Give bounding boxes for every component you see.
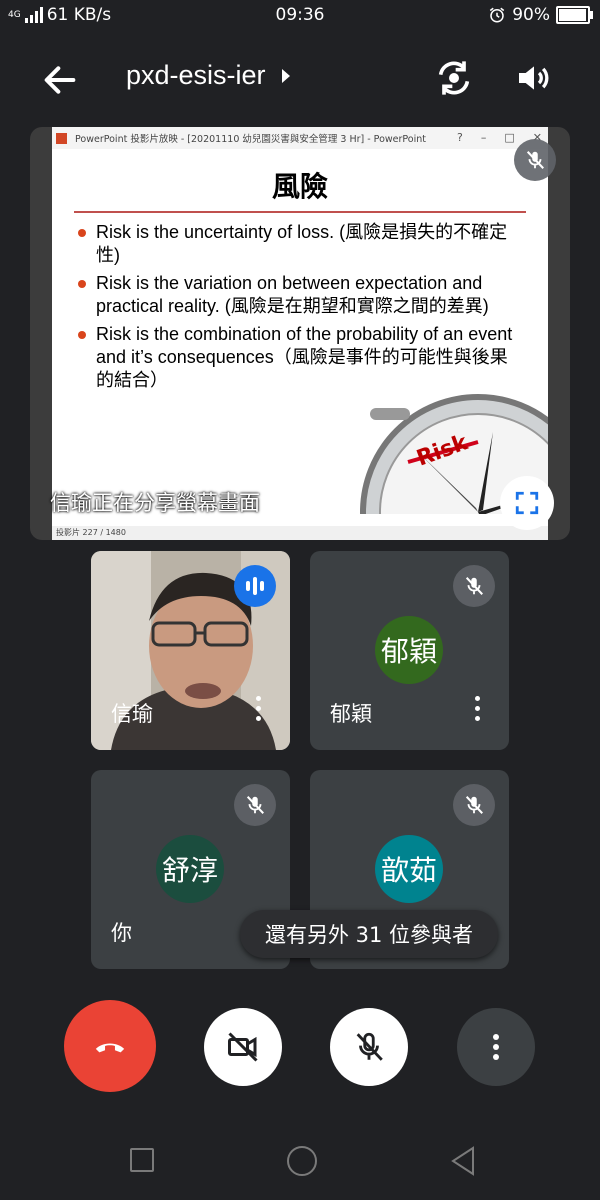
camera-off-icon [228,1032,258,1062]
battery-fill [559,9,586,21]
meeting-title[interactable]: pxd-esis-ier [126,60,290,91]
system-nav-bar [0,1118,600,1200]
slide-counter: 投影片 227 / 1480 [52,526,548,540]
avatar: 歆茹 [375,835,443,903]
minimize-button: – [480,131,487,144]
more-vert-icon [493,1030,499,1064]
other-participants-chip[interactable]: 還有另外 31 位參與者 [240,910,498,958]
bullet-item: Risk is the uncertainty of loss. (風險是損失的… [78,221,518,267]
mic-toggle-button[interactable] [330,1008,408,1086]
speaker-icon[interactable] [514,58,554,98]
sharing-notice: 信瑜正在分享螢幕畫面 [50,491,260,515]
bullet-item: Risk is the combination of the probabili… [78,323,518,392]
slide-heading: 風險 [271,170,328,203]
mic-off-badge [234,784,276,826]
avatar: 舒淳 [156,835,224,903]
caret-right-icon [281,68,290,83]
mic-off-icon [465,796,483,814]
presenter-mic-off-badge [514,139,556,181]
mic-off-badge [453,565,495,607]
switch-camera-icon[interactable] [434,58,474,98]
bullet-item: Risk is the variation on between expecta… [78,272,518,318]
slide-divider [74,211,526,213]
powerpoint-logo-icon [56,132,67,144]
mic-off-icon [356,1032,383,1061]
participant-tile[interactable]: 郁穎 郁穎 [310,551,509,750]
participant-more-icon[interactable] [475,696,481,726]
status-right: 90% [488,5,593,25]
avatar: 郁穎 [375,616,443,684]
home-icon[interactable] [287,1146,317,1176]
participant-name: 你 [111,921,132,945]
slide-bullets: Risk is the uncertainty of loss. (風險是損失的… [78,221,518,397]
status-bar: 4G 61 KB/s 09:36 90% [0,0,600,32]
screen-share-panel[interactable]: PowerPoint 投影片放映 - [20201110 幼兒園災害與安全管理 … [30,127,570,540]
fullscreen-button[interactable] [500,476,554,530]
hangup-button[interactable] [64,1000,156,1092]
participant-tile-video[interactable]: 信瑜 [91,551,290,750]
maximize-button: □ [504,131,515,144]
alarm-icon [490,7,505,23]
battery-icon [556,6,593,24]
mic-off-icon [246,796,264,814]
speaking-indicator-icon [234,565,276,607]
mic-off-icon [526,151,544,169]
powerpoint-window: PowerPoint 投影片放映 - [20201110 幼兒園災害與安全管理 … [52,127,548,540]
nav-back-icon[interactable] [450,1146,476,1176]
participant-name: 信瑜 [111,702,153,726]
meeting-code: pxd-esis-ier [126,60,266,90]
more-options-button[interactable] [457,1008,535,1086]
participant-name: 郁穎 [330,702,372,726]
camera-toggle-button[interactable] [204,1008,282,1086]
fullscreen-icon [515,491,539,515]
mic-off-badge [453,784,495,826]
ppt-window-title: PowerPoint 投影片放映 - [20201110 幼兒園災害與安全管理 … [75,134,426,145]
help-button: ? [457,131,463,144]
ppt-titlebar: PowerPoint 投影片放映 - [20201110 幼兒園災害與安全管理 … [52,127,548,149]
meeting-header: pxd-esis-ier [0,40,600,116]
participant-more-icon[interactable] [256,696,262,726]
battery-percent: 90% [512,5,550,25]
back-arrow-icon[interactable] [40,60,80,100]
recents-icon[interactable] [130,1148,154,1172]
hangup-icon [95,1043,125,1053]
mic-off-icon [465,577,483,595]
